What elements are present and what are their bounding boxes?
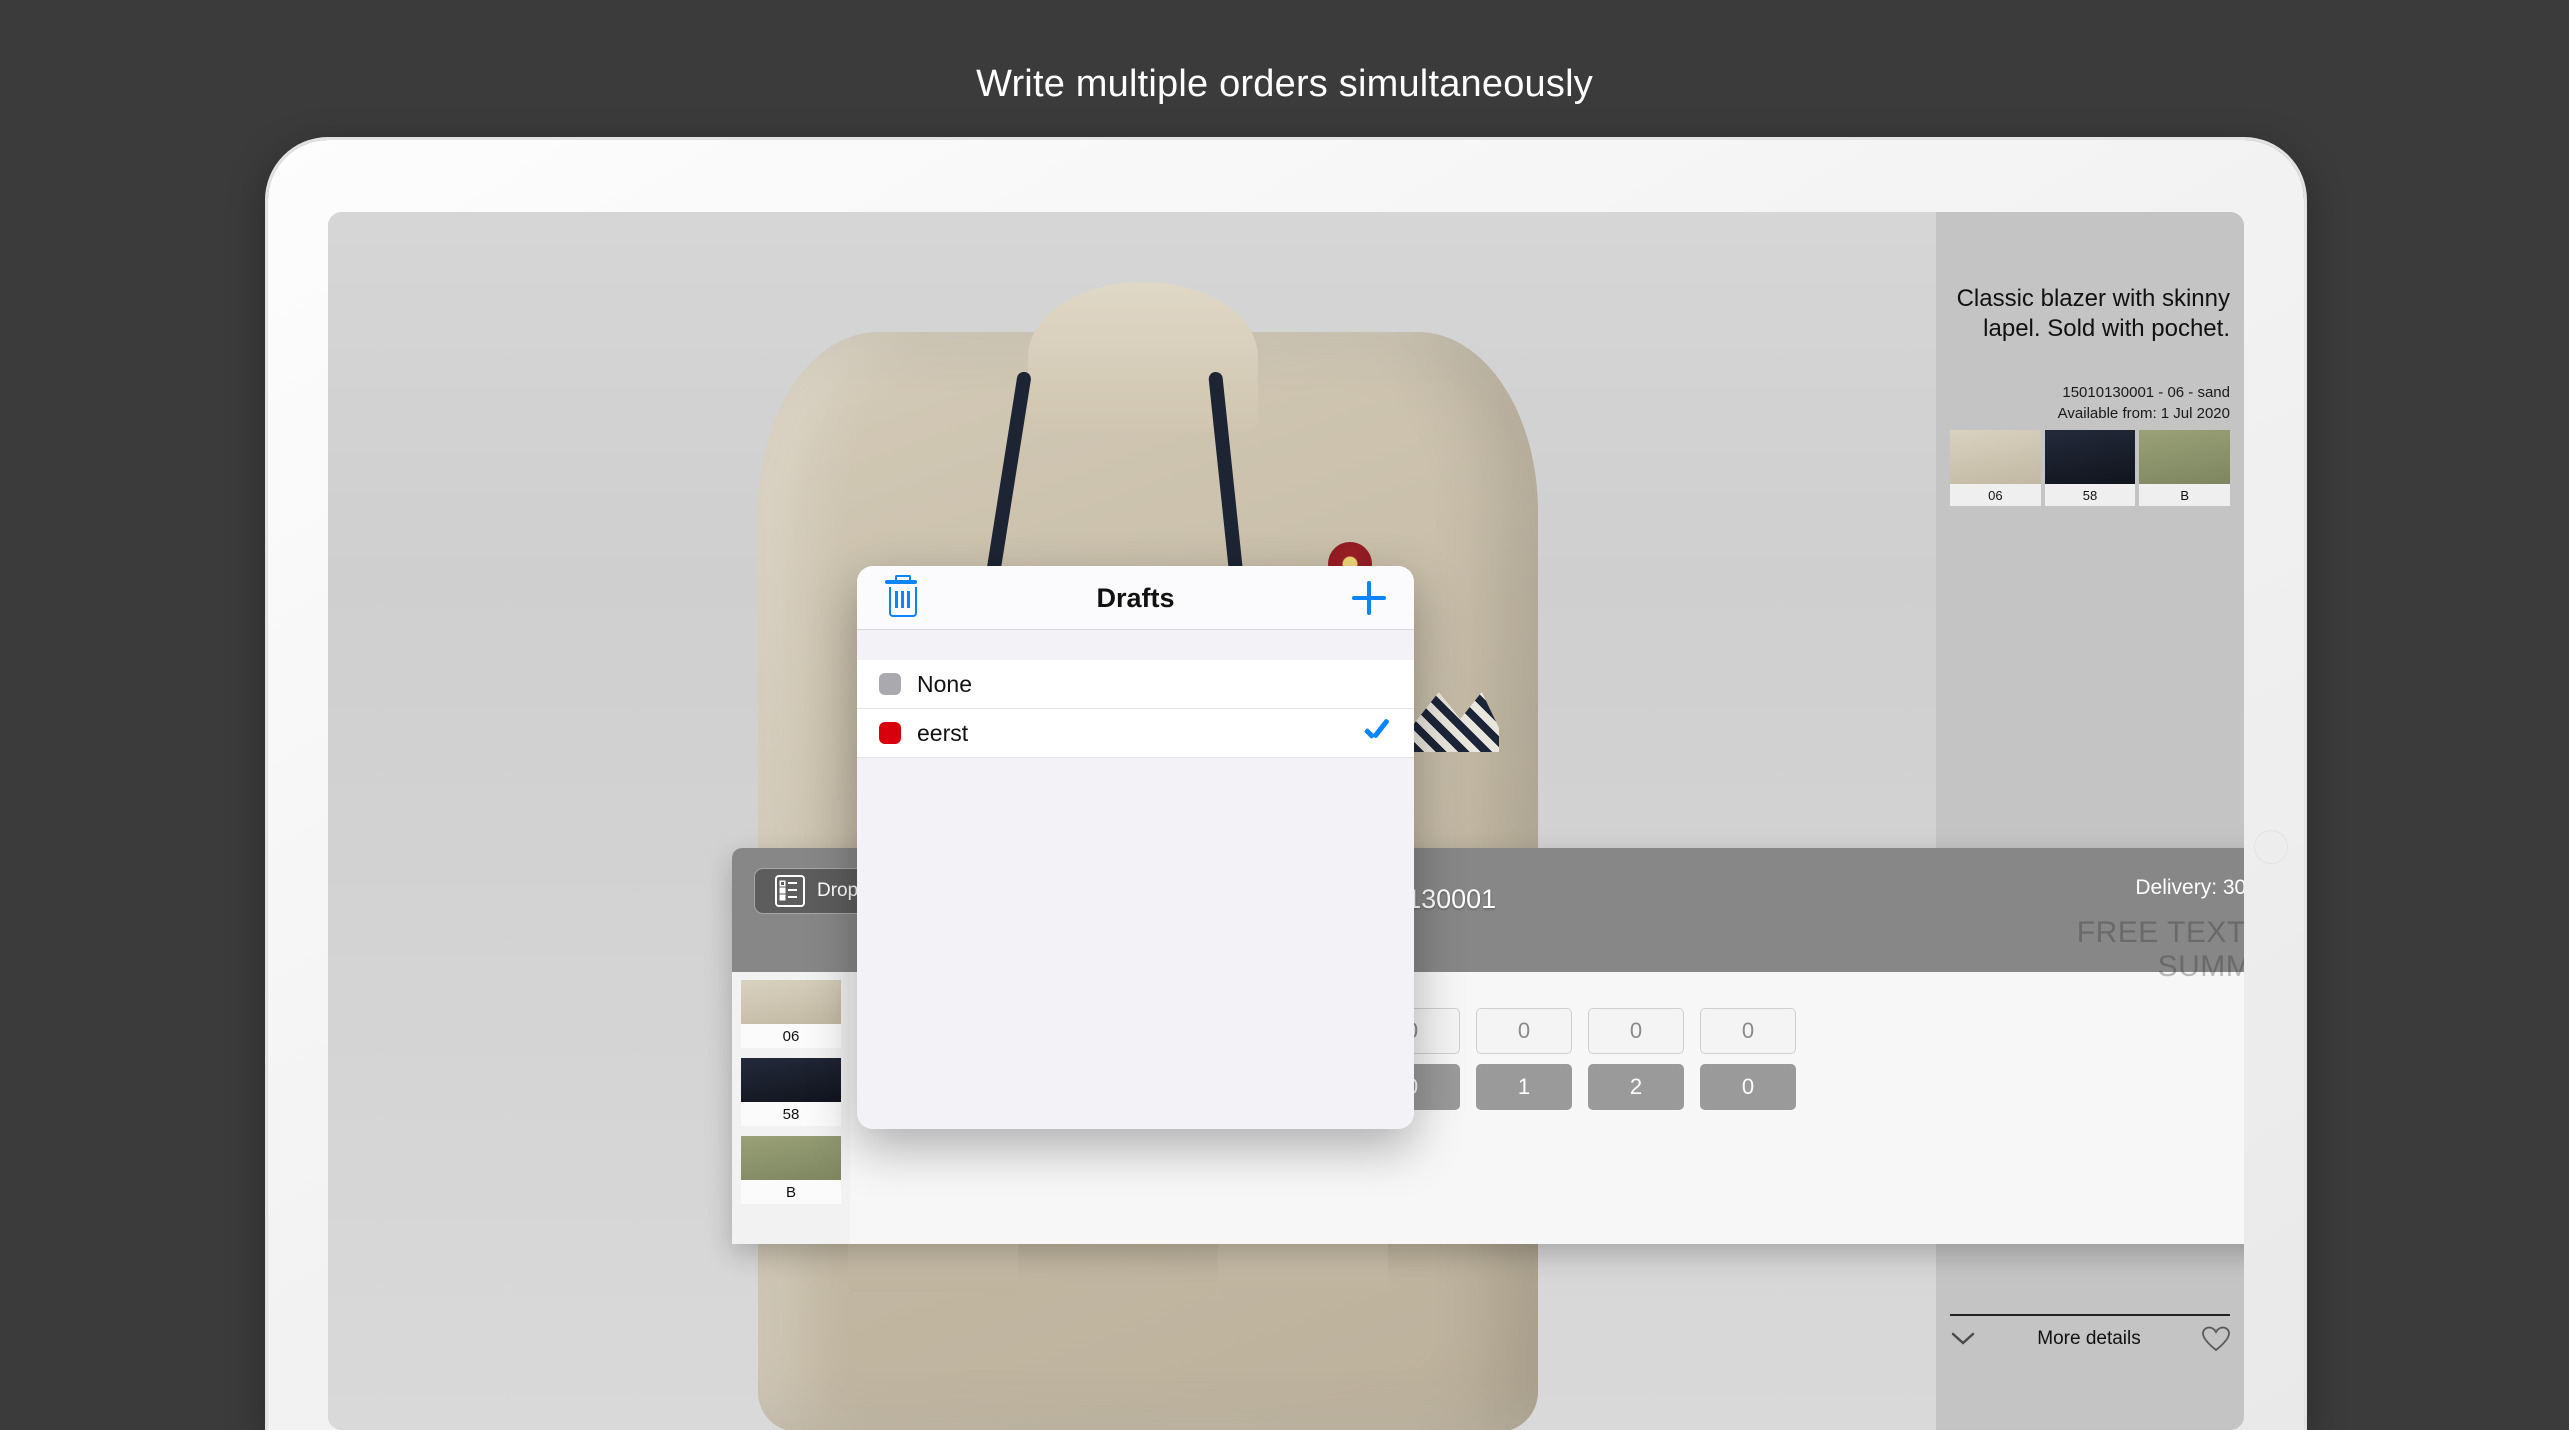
swatch-thumb [2044, 430, 2136, 484]
product-description: Classic blazer with skinny lapel. Sold w… [1956, 285, 2230, 342]
swatch-thumb [741, 1058, 841, 1102]
tablet-frame: Classic blazer with skinny lapel. Sold w… [268, 140, 2304, 1430]
size-cell[interactable]: 0 [1476, 1008, 1572, 1054]
list-icon [775, 875, 805, 907]
color-swatch-58[interactable]: 58 [2044, 430, 2136, 506]
delivery-date: Delivery: 30 Sep 2020 [2135, 876, 2244, 899]
chevron-down-icon [1951, 1332, 1975, 1345]
product-detail-rail: Classic blazer with skinny lapel. Sold w… [1936, 212, 2244, 1430]
product-sku-block: 15010130001 - 06 - sand Available from: … [1936, 382, 2230, 424]
summary-watermark: FREE TEXT FIELD FOR SUMMARY * [2076, 916, 2244, 983]
heart-icon[interactable] [2202, 1326, 2230, 1352]
swatch-label: 58 [741, 1102, 841, 1126]
swatch-label: B [2139, 484, 2231, 506]
tablet-screen-bezel: Classic blazer with skinny lapel. Sold w… [328, 212, 2244, 1430]
order-color-strip: 06 58 B [732, 972, 850, 1244]
size-cell[interactable]: 0 [1700, 1008, 1796, 1054]
checkmark-icon [1362, 718, 1392, 748]
drafts-modal-title: Drafts [1096, 583, 1175, 613]
swatch-thumb [1950, 430, 2041, 484]
size-cell[interactable]: 2 [1588, 1064, 1684, 1110]
more-details-label: More details [2037, 1328, 2141, 1349]
page-title: Write multiple orders simultaneously [976, 62, 1593, 105]
draft-item-label: eerst [917, 719, 969, 746]
draft-color-dot [879, 673, 901, 695]
trash-icon[interactable] [885, 574, 917, 617]
draft-item-label: None [917, 670, 972, 697]
drafts-modal-header: Drafts [857, 566, 1414, 630]
swatch-label: 58 [2044, 484, 2136, 506]
draft-color-dot [879, 722, 901, 744]
swatch-thumb [2139, 430, 2231, 484]
order-color-58[interactable]: 58 [741, 1058, 841, 1126]
color-swatch-list: 06 58 B [1950, 430, 2231, 506]
draft-item-eerst[interactable]: eerst [857, 709, 1414, 758]
swatch-label: 06 [1950, 484, 2041, 506]
size-cell[interactable]: 0 [1700, 1064, 1796, 1110]
swatch-thumb [741, 980, 841, 1024]
plus-icon[interactable] [1352, 580, 1386, 615]
draft-item-none[interactable]: None [857, 660, 1414, 709]
swatch-label: B [741, 1180, 841, 1204]
swatch-label: 06 [741, 1024, 841, 1048]
order-color-B[interactable]: B [741, 1136, 841, 1204]
product-sku: 15010130001 - 06 - sand [2062, 384, 2230, 401]
color-swatch-B[interactable]: B [2139, 430, 2231, 506]
drafts-modal: Drafts None eerst [857, 566, 1414, 1129]
drafts-modal-body [857, 758, 1414, 1129]
tablet-home-button[interactable] [2254, 830, 2288, 864]
more-details-bar[interactable]: More details [1950, 1314, 2230, 1352]
drafts-modal-gap [857, 630, 1414, 660]
size-cell[interactable]: 1 [1476, 1064, 1572, 1110]
size-cell[interactable]: 0 [1588, 1008, 1684, 1054]
color-swatch-06[interactable]: 06 [1950, 430, 2041, 506]
order-color-06[interactable]: 06 [741, 980, 841, 1048]
app-screen: Classic blazer with skinny lapel. Sold w… [328, 212, 2244, 1430]
product-available-from: Available from: 1 Jul 2020 [2057, 405, 2230, 422]
swatch-thumb [741, 1136, 841, 1180]
